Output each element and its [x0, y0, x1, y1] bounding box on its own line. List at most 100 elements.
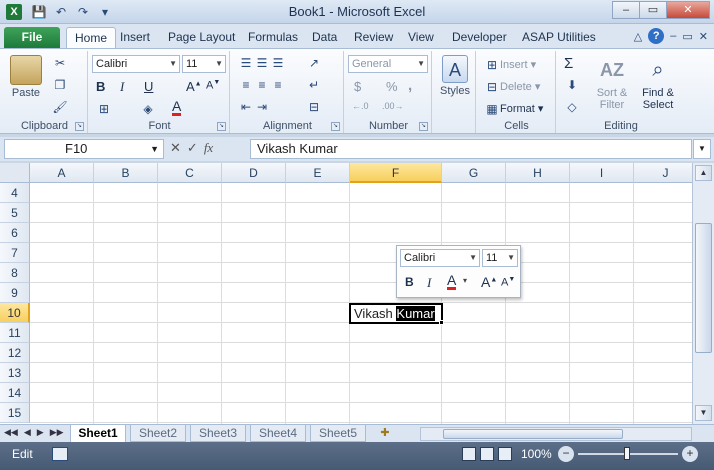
name-box[interactable]: F10 ▼ [4, 139, 164, 159]
percent-button[interactable]: % [386, 79, 398, 94]
first-sheet-icon[interactable]: ◀◀ [4, 427, 18, 438]
italic-button[interactable]: I [120, 79, 124, 95]
comma-style-button[interactable]: , [408, 77, 412, 94]
row-header-10[interactable]: 10 [0, 303, 30, 323]
font-size-combo[interactable]: 11 ▼ [182, 55, 226, 73]
scroll-up-icon[interactable]: ▲ [695, 165, 712, 181]
cut-icon[interactable]: ✂ [52, 55, 68, 71]
column-header-g[interactable]: G [442, 163, 506, 183]
row-header-12[interactable]: 12 [0, 343, 30, 363]
column-header-h[interactable]: H [506, 163, 570, 183]
row-header-7[interactable]: 7 [0, 243, 30, 263]
column-header-a[interactable]: A [30, 163, 94, 183]
underline-button[interactable]: U [144, 79, 153, 94]
bold-button[interactable]: B [96, 79, 105, 94]
tab-formulas[interactable]: Formulas [240, 27, 306, 48]
clear-icon[interactable]: ◇ [564, 99, 580, 115]
minimize-button[interactable]: – [612, 1, 640, 19]
row-header-6[interactable]: 6 [0, 223, 30, 243]
restore-button[interactable]: ▭ [639, 1, 667, 19]
grow-font-icon[interactable]: A▲ [186, 79, 202, 94]
zoom-slider-knob[interactable] [624, 447, 630, 460]
workbook-close-icon[interactable]: ✕ [699, 30, 708, 43]
insert-cells-button[interactable]: ⊞ Insert ▾ [484, 57, 536, 73]
wrap-text-icon[interactable]: ↵ [306, 77, 322, 93]
zoom-level[interactable]: 100% [521, 447, 552, 461]
mini-font-name-combo[interactable]: Calibri ▼ [400, 249, 480, 267]
copy-icon[interactable]: ❐ [52, 77, 68, 93]
column-header-j[interactable]: J [634, 163, 692, 183]
delete-cells-button[interactable]: ⊟ Delete ▾ [484, 79, 540, 95]
page-break-view-icon[interactable] [498, 447, 512, 461]
select-all-corner[interactable] [0, 163, 30, 183]
align-top-icon[interactable]: ☰ [238, 55, 254, 71]
font-launcher-icon[interactable]: ↘ [217, 122, 226, 131]
increase-decimal-icon[interactable]: ←.0 [352, 101, 369, 111]
column-header-i[interactable]: I [570, 163, 634, 183]
macro-recording-icon[interactable] [52, 447, 68, 461]
align-right-icon[interactable]: ≡ [270, 77, 286, 93]
column-header-e[interactable]: E [286, 163, 350, 183]
mini-font-size-combo[interactable]: 11 ▼ [482, 249, 518, 267]
number-format-combo[interactable]: General ▼ [348, 55, 428, 73]
merge-center-icon[interactable]: ⊟ [306, 99, 322, 115]
paste-button[interactable]: Paste [8, 55, 44, 99]
font-name-combo[interactable]: Calibri ▼ [92, 55, 180, 73]
tab-asap-utilities[interactable]: ASAP Utilities [514, 27, 604, 48]
insert-function-icon[interactable]: fx [204, 140, 213, 156]
format-painter-icon[interactable]: 🖌 [52, 99, 68, 115]
align-middle-icon[interactable]: ☰ [254, 55, 270, 71]
currency-button[interactable]: $ [354, 79, 361, 94]
mini-shrink-font-button[interactable]: A▼ [501, 276, 515, 289]
fill-icon[interactable]: ⬇ [564, 77, 580, 93]
tab-review[interactable]: Review [346, 27, 401, 48]
mini-grow-font-button[interactable]: A▲ [481, 274, 497, 290]
expand-formula-bar-icon[interactable]: ▼ [693, 139, 711, 159]
row-header-5[interactable]: 5 [0, 203, 30, 223]
tab-view[interactable]: View [400, 27, 442, 48]
sheet-tab-sheet1[interactable]: Sheet1 [70, 425, 126, 443]
row-header-13[interactable]: 13 [0, 363, 30, 383]
fill-handle[interactable] [439, 320, 444, 325]
shrink-font-icon[interactable]: A▼ [206, 79, 220, 92]
column-header-d[interactable]: D [222, 163, 286, 183]
orientation-icon[interactable]: ↗ [306, 55, 322, 71]
mini-bold-button[interactable]: B [405, 275, 414, 289]
workbook-minimize-icon[interactable]: – [670, 30, 676, 42]
worksheet-grid[interactable]: A B C D E F G H I J 4 5 6 7 8 9 10 11 12 13 14 15 Vikash Kumar… [0, 163, 692, 424]
row-header-14[interactable]: 14 [0, 383, 30, 403]
horizontal-scroll-thumb[interactable] [443, 429, 623, 439]
align-bottom-icon[interactable]: ☰ [270, 55, 286, 71]
zoom-out-icon[interactable]: − [558, 446, 574, 462]
increase-indent-icon[interactable]: ⇥ [254, 99, 270, 115]
number-launcher-icon[interactable]: ↘ [419, 122, 428, 131]
mini-font-color-button[interactable]: A [447, 273, 457, 290]
prev-sheet-icon[interactable]: ◀ [24, 427, 31, 438]
cancel-entry-icon[interactable]: ✕ [170, 140, 181, 156]
vertical-scrollbar[interactable]: ▲ ▼ [692, 163, 714, 424]
sheet-tab-sheet4[interactable]: Sheet4 [250, 425, 306, 442]
column-header-c[interactable]: C [158, 163, 222, 183]
align-left-icon[interactable]: ≡ [238, 77, 254, 93]
decrease-indent-icon[interactable]: ⇤ [238, 99, 254, 115]
styles-button[interactable]: A Styles [436, 55, 474, 97]
alignment-launcher-icon[interactable]: ↘ [331, 122, 340, 131]
last-sheet-icon[interactable]: ▶▶ [50, 427, 64, 438]
mini-italic-button[interactable]: I [427, 275, 431, 291]
help-icon[interactable]: ? [648, 28, 665, 44]
tab-file[interactable]: File [4, 27, 60, 48]
workbook-restore-icon[interactable]: ▭ [682, 30, 692, 43]
row-header-4[interactable]: 4 [0, 183, 30, 203]
tab-page-layout[interactable]: Page Layout [160, 27, 243, 48]
confirm-entry-icon[interactable]: ✓ [187, 140, 198, 156]
zoom-in-icon[interactable]: + [682, 446, 698, 462]
chevron-down-icon[interactable]: ▾ [463, 276, 467, 285]
insert-sheet-icon[interactable]: ✚ [373, 426, 397, 441]
find-select-button[interactable]: ⌕ Find & Select [636, 55, 680, 111]
row-header-15[interactable]: 15 [0, 403, 30, 423]
close-button[interactable]: ✕ [666, 1, 710, 19]
fill-color-icon[interactable]: ◈ [140, 101, 156, 117]
row-header-9[interactable]: 9 [0, 283, 30, 303]
column-header-f[interactable]: F [350, 163, 442, 183]
autosum-button[interactable]: Σ [564, 55, 573, 72]
